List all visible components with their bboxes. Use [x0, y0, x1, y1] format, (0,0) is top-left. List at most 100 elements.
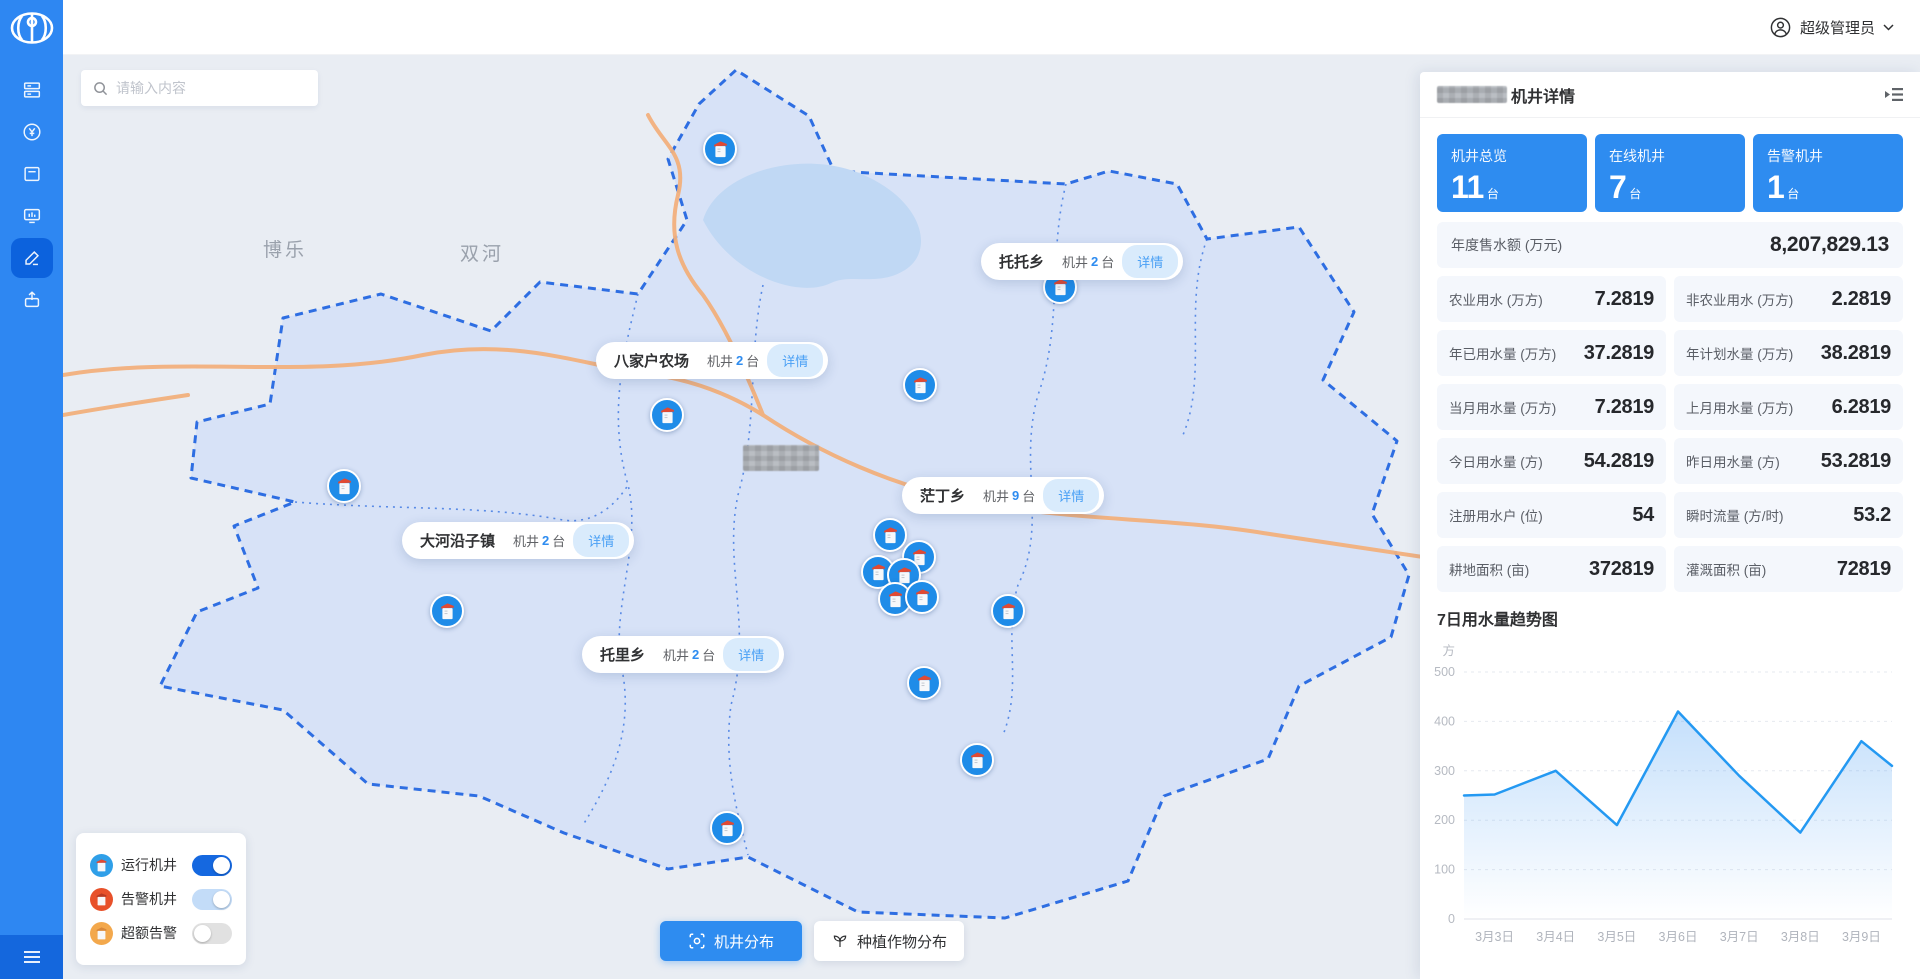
stat-label: 耕地面积 (亩): [1449, 559, 1529, 579]
tooltip-well-count: 2: [736, 353, 743, 368]
legend-label: 超额告警: [121, 923, 192, 943]
document-icon: [21, 163, 43, 185]
redacted-map-label: [743, 445, 819, 471]
stat-row: 耕地面积 (亩)372819 灌溉面积 (亩)72819: [1437, 546, 1903, 592]
sidebar-item-edit-active[interactable]: [11, 238, 53, 278]
stat-value: 54: [1632, 504, 1654, 527]
stack-icon: [21, 79, 43, 101]
city-label-shuanghe: 双河: [460, 239, 504, 266]
tooltip-well-unit: 台: [746, 351, 759, 370]
y-tick-label: 300: [1434, 764, 1455, 778]
panel-title-text: 机井详情: [1511, 83, 1575, 107]
stat-value: 38.2819: [1821, 342, 1891, 365]
chart-board-icon: [21, 205, 43, 227]
well-marker[interactable]: [327, 469, 361, 503]
tooltip-detail-button[interactable]: 详情: [573, 524, 629, 557]
search-input[interactable]: [116, 80, 306, 96]
y-tick-label: 400: [1434, 714, 1455, 728]
x-tick-label: 3月5日: [1597, 930, 1636, 944]
stat-cell-irrigated-area: 灌溉面积 (亩)72819: [1674, 546, 1903, 592]
stat-value: 72819: [1837, 558, 1891, 581]
x-tick-label: 3月8日: [1781, 930, 1820, 944]
sidebar-item-billing[interactable]: [11, 112, 53, 152]
stat-card-unit: 台: [1787, 187, 1799, 201]
well-marker[interactable]: [960, 743, 994, 777]
y-axis-unit: 方: [1442, 643, 1455, 658]
map-search: [81, 70, 318, 106]
scan-frame-icon: [688, 932, 706, 950]
tooltip-well-unit: 台: [552, 531, 565, 550]
well-marker[interactable]: [903, 368, 937, 402]
stat-cell-yesterday-used: 昨日用水量 (方)53.2819: [1674, 438, 1903, 484]
well-distribution-button[interactable]: 机井分布: [660, 921, 802, 961]
stat-cell-arable-area: 耕地面积 (亩)372819: [1437, 546, 1666, 592]
tooltip-well-label: 机井: [513, 531, 539, 550]
well-marker[interactable]: [710, 811, 744, 845]
well-marker[interactable]: [991, 594, 1025, 628]
redacted-region-name: [1437, 86, 1507, 103]
toggle-over-quota[interactable]: [192, 923, 232, 944]
tooltip-well-count: 2: [1091, 254, 1098, 269]
topbar: 超级管理员: [63, 0, 1920, 55]
well-cabinet-icon: [914, 588, 931, 607]
stat-label: 非农业用水 (万方): [1686, 289, 1793, 309]
sidebar-item-analytics[interactable]: [11, 196, 53, 236]
stat-cell-registered-users: 注册用水户 (位) 54: [1437, 492, 1666, 538]
toggle-running-wells[interactable]: [192, 855, 232, 876]
stat-cell-year-used: 年已用水量 (万方)37.2819: [1437, 330, 1666, 376]
well-cabinet-icon: [719, 819, 736, 838]
sidebar-item-reports[interactable]: [11, 154, 53, 194]
stat-label: 昨日用水量 (方): [1686, 451, 1780, 471]
panel-collapse-button[interactable]: [1885, 87, 1903, 102]
sidebar-item-export[interactable]: [11, 280, 53, 320]
tooltip-well-label: 机井: [1062, 252, 1088, 271]
stat-card-value: 7: [1609, 169, 1626, 205]
map-tooltip-tuotuo: 托托乡 机井 2 台 详情: [981, 243, 1183, 280]
chevron-down-icon: [1883, 24, 1894, 31]
tooltip-detail-button[interactable]: 详情: [723, 638, 779, 671]
crop-distribution-button[interactable]: 种植作物分布: [814, 921, 964, 961]
tooltip-detail-button[interactable]: 详情: [767, 344, 823, 377]
tooltip-town-name: 八家户农场: [614, 350, 689, 371]
well-marker[interactable]: [873, 518, 907, 552]
x-tick-label: 3月6日: [1659, 930, 1698, 944]
stat-row: 注册用水户 (位)54 瞬时流量 (方/时)53.2: [1437, 492, 1903, 538]
tooltip-well-label: 机井: [707, 351, 733, 370]
well-marker[interactable]: [430, 594, 464, 628]
well-marker[interactable]: [905, 580, 939, 614]
well-marker[interactable]: [703, 132, 737, 166]
well-marker[interactable]: [650, 398, 684, 432]
tooltip-well-unit: 台: [702, 645, 715, 664]
stat-card-unit: 台: [1487, 187, 1499, 201]
legend-item-running: 运行机井: [90, 850, 232, 880]
stat-label: 年计划水量 (万方): [1686, 343, 1793, 363]
x-tick-label: 3月4日: [1536, 930, 1575, 944]
stat-card-label: 告警机井: [1767, 146, 1889, 166]
stat-label: 上月用水量 (万方): [1686, 397, 1793, 417]
well-marker[interactable]: [907, 666, 941, 700]
legend-label: 运行机井: [121, 855, 192, 875]
tooltip-well-count: 2: [542, 533, 549, 548]
toggle-alarm-wells[interactable]: [192, 889, 232, 910]
x-tick-label: 3月3日: [1475, 930, 1514, 944]
well-cabinet-icon: [1000, 602, 1017, 621]
well-cabinet-icon: [969, 751, 986, 770]
tooltip-town-name: 托里乡: [600, 644, 645, 665]
user-menu[interactable]: 超级管理员: [1769, 16, 1894, 39]
well-cabinet-icon: [336, 477, 353, 496]
city-label-bole: 博乐: [263, 235, 307, 262]
panel-title: 机井详情: [1437, 83, 1575, 107]
tooltip-detail-button[interactable]: 详情: [1122, 245, 1178, 278]
sidebar-collapse-button[interactable]: [0, 935, 63, 979]
sidebar-item-overview[interactable]: [11, 70, 53, 110]
trend-chart: 0100200300400500方3月3日3月4日3月5日3月6日3月7日3月8…: [1428, 634, 1906, 952]
trend-area: [1464, 712, 1892, 920]
legend-item-over-quota: 超额告警: [90, 918, 232, 948]
sprout-icon: [831, 932, 849, 950]
stat-label: 注册用水户 (位): [1449, 505, 1543, 525]
stat-row: 当月用水量 (万方)7.2819 上月用水量 (万方)6.2819: [1437, 384, 1903, 430]
y-tick-label: 100: [1434, 863, 1455, 877]
stat-value: 7.2819: [1595, 288, 1654, 311]
tooltip-detail-button[interactable]: 详情: [1043, 479, 1099, 512]
stat-value: 2.2819: [1832, 288, 1891, 311]
